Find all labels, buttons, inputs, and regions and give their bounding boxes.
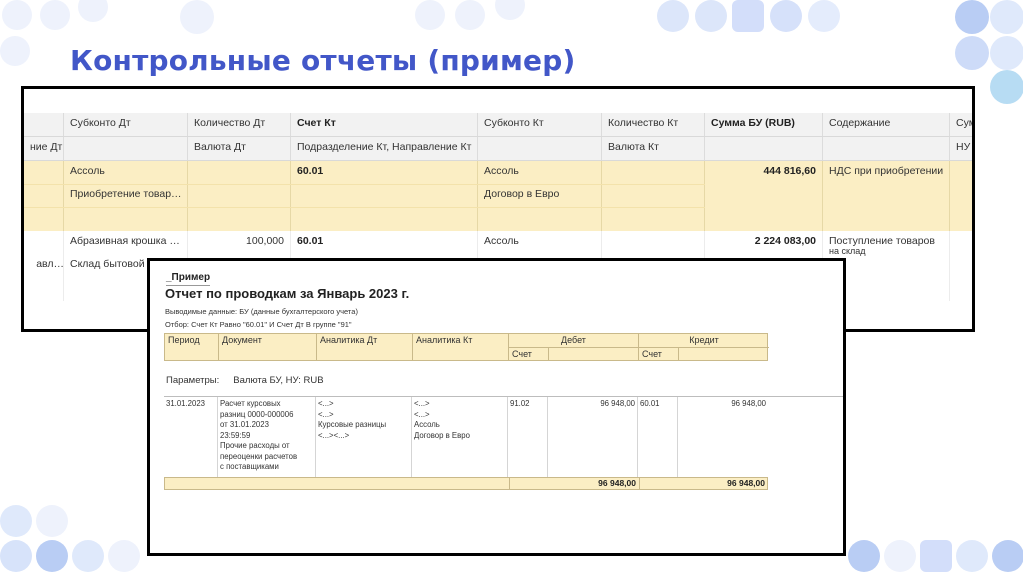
report-cell-analytics-dt: <...> <...> Курсовые разницы <...><...>	[316, 397, 412, 477]
grid-row-selected[interactable]: Ассоль 60.01 Ассоль 444 816,60 НДС при п…	[24, 161, 972, 231]
grid-cell: Приобретение товар…	[70, 188, 182, 200]
report-header-cell: Документ	[219, 334, 317, 360]
report-cell-document: Расчет курсовых разниц 0000-000006 от 31…	[218, 397, 316, 477]
params-value: Валюта БУ, НУ: RUB	[233, 375, 324, 386]
report-total-row: 96 948,00 96 948,00	[164, 477, 768, 490]
grid-header[interactable]: НУ	[950, 137, 972, 160]
report-cell-account-dt: 91.02	[508, 397, 548, 477]
grid-cell: 444 816,60	[705, 161, 823, 231]
document-line: Прочие расходы от	[220, 441, 290, 451]
report-header-cell: Дебет	[509, 334, 639, 347]
report-meta: Выводимые данные: БУ (данные бухгалтерск…	[165, 307, 358, 316]
report-filter: Отбор: Счет Кт Равно "60.01" И Счет Дт В…	[165, 320, 352, 329]
grid-header[interactable]	[705, 137, 823, 160]
grid-cell: Договор в Евро	[484, 188, 560, 200]
report-cell-credit: 96 948,00	[731, 399, 766, 408]
report-cell-period: 31.01.2023	[164, 397, 218, 477]
analytics-line: Курсовые разницы	[318, 420, 387, 430]
report-header-cell: Период	[165, 334, 219, 360]
report-cell-account-kt: 60.01	[638, 397, 678, 477]
grid-header[interactable]: Подразделение Кт, Направление Кт	[291, 137, 478, 160]
slide-title: Контрольные отчеты (пример)	[70, 44, 576, 77]
grid-header[interactable]	[823, 137, 950, 160]
grid-header-row-1: Субконто Дт Количество Дт Счет Кт Субкон…	[24, 113, 972, 137]
report-cell-analytics-kt: <...> <...> Ассоль Договор в Евро	[412, 397, 508, 477]
grid-header[interactable]	[478, 137, 602, 160]
analytics-line: <...>	[414, 409, 430, 419]
grid-cell: 60.01	[291, 161, 478, 231]
total-debit: 96 948,00	[509, 478, 639, 489]
report-header-cell: Аналитика Кт	[413, 334, 509, 360]
grid-header[interactable]	[24, 113, 64, 136]
analytics-line: <...>	[318, 409, 334, 419]
document-line: Расчет курсовых	[220, 399, 281, 408]
grid-cell: на склад	[829, 246, 866, 256]
grid-header[interactable]: Количество Кт	[602, 113, 705, 136]
analytics-line: Договор в Евро	[414, 430, 470, 440]
report-header-cell: Аналитика Дт	[317, 334, 413, 360]
grid-header[interactable]: Сум	[950, 113, 972, 136]
grid-header[interactable]: Субконто Кт	[478, 113, 602, 136]
grid-header[interactable]: Валюта Кт	[602, 137, 705, 160]
total-credit: 96 948,00	[639, 478, 768, 489]
report-header: Период Документ Аналитика Дт Аналитика К…	[164, 333, 769, 361]
report-tag: _Пример	[166, 272, 211, 283]
grid-header[interactable]: Валюта Дт	[188, 137, 291, 160]
analytics-line: <...>	[414, 399, 430, 408]
analytics-line: <...><...>	[318, 430, 350, 440]
analytics-line: <...>	[318, 399, 334, 408]
params-label: Параметры:	[166, 375, 220, 386]
document-line: переоценки расчетов	[220, 451, 298, 461]
report-row[interactable]: 31.01.2023 Расчет курсовых разниц 0000-0…	[164, 397, 768, 477]
report-title: Отчет по проводкам за Январь 2023 г.	[165, 286, 410, 301]
grid-header[interactable]: Субконто Дт	[64, 113, 188, 136]
grid-header[interactable]: ние Дт	[24, 137, 64, 160]
grid-header-row-2: ние Дт Валюта Дт Подразделение Кт, Напра…	[24, 137, 972, 161]
report-header-cell: Счет	[639, 347, 679, 360]
grid-header[interactable]: Содержание	[823, 113, 950, 136]
report-window: _Пример Отчет по проводкам за Январь 202…	[147, 258, 846, 556]
grid-cell: НДС при приобретении	[823, 161, 950, 231]
grid-header[interactable]: Счет Кт	[291, 113, 478, 136]
grid-header[interactable]: Сумма БУ (RUB)	[705, 113, 823, 136]
analytics-line: Ассоль	[414, 420, 440, 430]
document-line: 23:59:59	[220, 430, 251, 440]
report-header-cell: Счет	[509, 347, 549, 360]
grid-cell: авл…	[36, 258, 64, 270]
document-line: разниц 0000-000006	[220, 409, 294, 419]
document-line: от 31.01.2023	[220, 420, 269, 430]
grid-header[interactable]: Количество Дт	[188, 113, 291, 136]
report-header-cell: Кредит	[689, 335, 719, 345]
document-line: с поставщиками	[220, 462, 279, 472]
grid-header[interactable]	[64, 137, 188, 160]
report-params: Параметры: Валюта БУ, НУ: RUB	[166, 375, 324, 386]
report-cell-debit: 96 948,00	[548, 397, 638, 477]
